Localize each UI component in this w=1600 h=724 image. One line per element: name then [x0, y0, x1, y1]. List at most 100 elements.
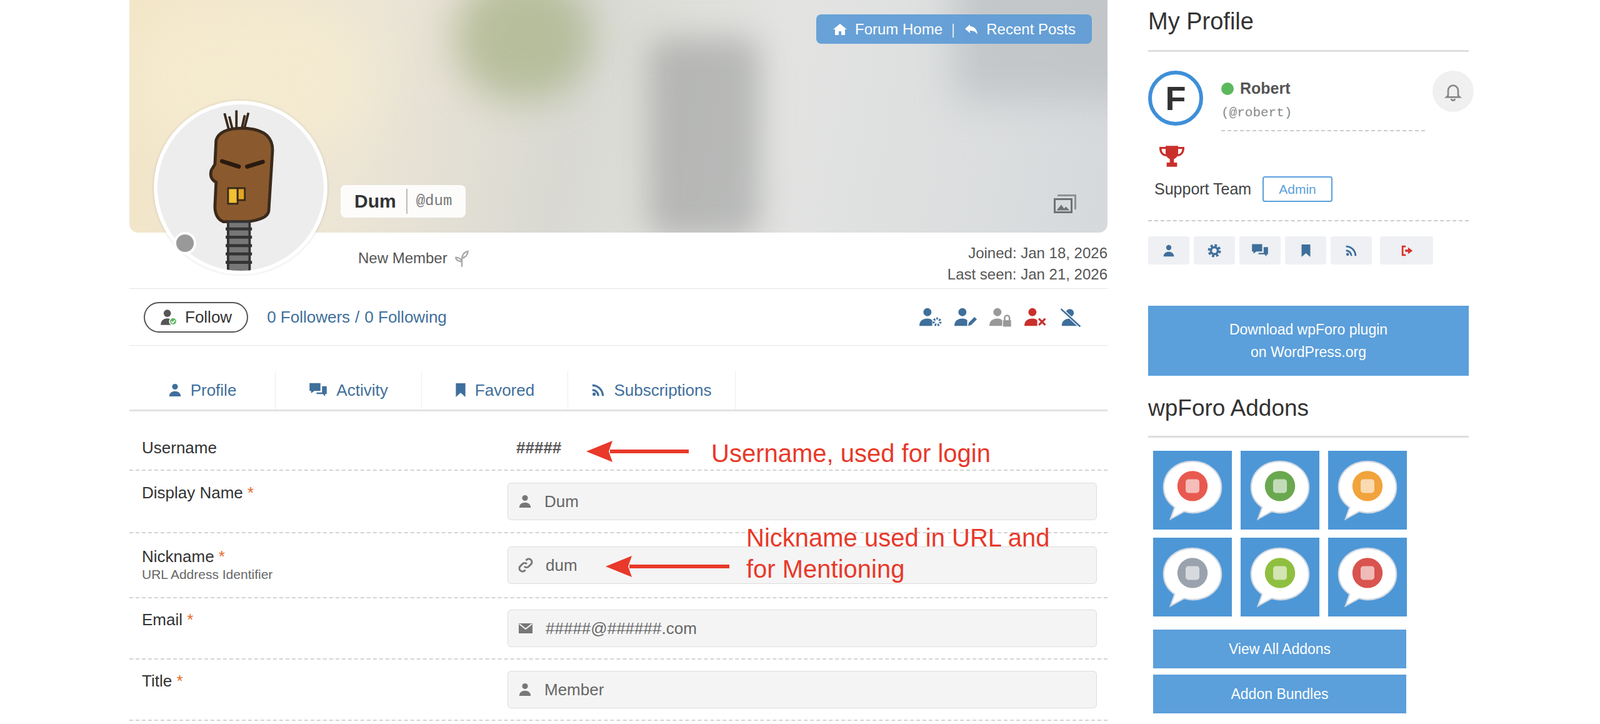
field-label: Display Name: [141, 483, 244, 502]
joined-date: Joined: Jan 18, 2026: [947, 242, 1108, 264]
view-all-addons-button[interactable]: View All Addons: [1153, 629, 1407, 669]
rank: New Member: [358, 246, 469, 270]
sidebar-avatar[interactable]: F: [1148, 70, 1204, 126]
follow-counts: 0 Followers / 0 Following: [266, 305, 447, 330]
addon-icon: [1245, 455, 1315, 525]
profile-header: Forum Home | Recent Posts: [129, 0, 1108, 233]
field-label: Email: [141, 610, 183, 629]
profile-menu: [1148, 236, 1469, 265]
addon-tile[interactable]: [1328, 537, 1407, 617]
nav-separator: |: [951, 18, 955, 41]
display-name-input[interactable]: [544, 489, 1097, 514]
gear-icon: [1206, 243, 1222, 259]
addon-tile[interactable]: [1153, 537, 1232, 617]
tab[interactable]: Activity: [275, 370, 422, 410]
addon-icon: [1158, 542, 1227, 612]
user-icon: [518, 681, 532, 697]
addon-icon: [1333, 542, 1402, 612]
user-lock-icon[interactable]: [989, 306, 1012, 327]
notifications-button[interactable]: [1432, 70, 1474, 112]
my-profile-card: F Robert (@robert): [1148, 70, 1469, 132]
name-box: Dum @dum: [340, 185, 466, 218]
following-link[interactable]: 0 Following: [364, 305, 447, 330]
user-settings-icon[interactable]: [919, 306, 942, 327]
tab[interactable]: Favored: [421, 370, 569, 410]
annotation-arrow-icon: [585, 438, 689, 464]
field-row: Email *: [129, 598, 1108, 660]
link-icon: [518, 557, 534, 573]
online-status-dot: [1221, 82, 1234, 95]
annotation: Nickname used in URL and for Mentioning: [746, 521, 1050, 585]
profile-tabs: Profile Activity Favored Subscriptions: [129, 370, 1108, 412]
follow-button[interactable]: Follow: [143, 301, 249, 333]
user-ban-icon[interactable]: [1024, 306, 1047, 327]
sign-out-icon: [1399, 243, 1415, 258]
subscriptions-button[interactable]: [1330, 236, 1372, 265]
title-input[interactable]: [544, 677, 1097, 702]
follow-row: Follow 0 Followers / 0 Following: [129, 288, 1108, 346]
user-icon: [518, 493, 532, 509]
addons-grid: [1148, 450, 1469, 617]
addon-bundles-button[interactable]: Addon Bundles: [1153, 674, 1407, 714]
email-input[interactable]: [545, 616, 1097, 641]
addon-icon: [1333, 455, 1402, 525]
user-icon: [1162, 243, 1175, 258]
profile-actions: [919, 306, 1082, 327]
user-icon: [168, 382, 182, 398]
bell-icon: [1443, 81, 1464, 102]
dates: Joined: Jan 18, 2026 Last seen: Jan 21, …: [947, 242, 1108, 285]
field-row: Title *: [129, 659, 1108, 721]
tab[interactable]: Subscriptions: [568, 370, 736, 410]
user-group: Support Team Admin: [1148, 176, 1469, 222]
envelope-icon: [518, 621, 534, 635]
rank-sprout-icon: [455, 249, 469, 267]
user-check-icon: [160, 308, 178, 326]
tab[interactable]: Profile: [129, 370, 276, 410]
addon-tile[interactable]: [1153, 450, 1232, 530]
addon-tile[interactable]: [1240, 450, 1320, 530]
required-mark: *: [186, 610, 194, 629]
user-edit-icon[interactable]: [954, 306, 977, 327]
sidebar-username[interactable]: Robert: [1240, 76, 1291, 101]
comments-icon: [308, 381, 328, 399]
field-label: Nickname: [141, 546, 215, 566]
change-cover-icon[interactable]: [1051, 192, 1079, 215]
activity-button[interactable]: [1239, 236, 1281, 265]
addon-tile[interactable]: [1328, 450, 1407, 530]
settings-button[interactable]: [1193, 236, 1235, 265]
logout-button[interactable]: [1380, 236, 1434, 265]
bookmark-icon: [1300, 243, 1312, 258]
role-badge: Admin: [1262, 176, 1333, 202]
sidebar-handle: (@robert): [1221, 103, 1425, 124]
required-mark: *: [218, 546, 225, 566]
addon-icon: [1158, 455, 1227, 525]
email-field: [507, 609, 1097, 647]
required-mark: *: [247, 483, 254, 502]
header-nav: Forum Home | Recent Posts: [816, 14, 1092, 44]
display-name: Dum: [354, 188, 408, 214]
forum-home-link[interactable]: Forum Home: [832, 18, 943, 41]
profile-button[interactable]: [1148, 236, 1190, 265]
sidebar: My Profile F Robert (@robert) Support Te…: [1148, 0, 1469, 721]
download-plugin-button[interactable]: Download wpForo plugin on WordPress.org: [1148, 305, 1469, 376]
field-label: Username: [141, 438, 217, 457]
trophy-icon: [1159, 144, 1185, 169]
profile-main: Forum Home | Recent Posts: [129, 0, 1108, 721]
followers-link[interactable]: 0 Followers: [266, 305, 350, 330]
title-field: [507, 670, 1097, 709]
user-delete-icon[interactable]: [1059, 306, 1082, 327]
addon-tile[interactable]: [1240, 537, 1320, 617]
display-name-field: [507, 482, 1097, 520]
field-label: Title: [141, 671, 172, 690]
online-status-dot: [173, 231, 197, 255]
rss-icon: [1345, 244, 1358, 257]
username-value: #####: [507, 437, 562, 458]
recent-posts-link[interactable]: Recent Posts: [963, 18, 1076, 41]
user-handle: @dum: [407, 190, 453, 213]
annotation-arrow-icon: [604, 553, 730, 579]
comments-icon: [1251, 243, 1269, 259]
annotation: Username, used for login: [711, 437, 991, 469]
required-mark: *: [176, 671, 183, 690]
home-icon: [832, 21, 848, 37]
favored-button[interactable]: [1285, 236, 1327, 265]
